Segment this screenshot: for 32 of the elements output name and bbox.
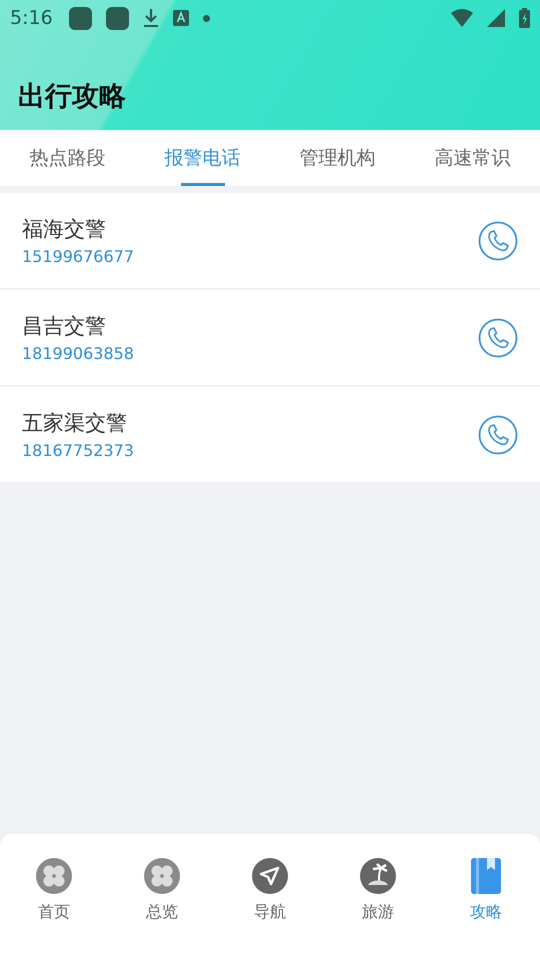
palm-island-icon	[360, 858, 396, 894]
phone-call-icon[interactable]	[478, 318, 518, 358]
category-tab[interactable]: 热点路段	[0, 130, 135, 186]
nav-tab[interactable]: 总览	[108, 858, 216, 930]
battery-icon	[519, 8, 530, 28]
phone-call-icon[interactable]	[478, 414, 518, 454]
page-title: 出行攻略	[18, 80, 127, 114]
contact-name: 福海交警	[22, 216, 107, 243]
status-time: 5:16	[10, 7, 53, 29]
dot-icon	[202, 14, 210, 22]
download-icon	[142, 8, 159, 28]
category-tab[interactable]: 管理机构	[270, 130, 405, 186]
nav-tab[interactable]: 攻略	[432, 858, 540, 930]
nav-tab[interactable]: 首页	[0, 858, 108, 930]
clover-icon	[36, 858, 72, 894]
nav-tab[interactable]: 旅游	[324, 858, 432, 930]
clover-icon	[144, 858, 180, 894]
notification-icon	[106, 6, 129, 30]
book-icon	[471, 858, 501, 894]
contact-name: 五家渠交警	[22, 410, 128, 437]
contact-name: 昌吉交警	[22, 313, 107, 340]
phone-number: 18167752373	[22, 441, 134, 460]
notification-icon	[68, 6, 92, 30]
category-tab[interactable]: 高速常识	[405, 130, 540, 186]
signal-icon	[487, 9, 505, 27]
phone-number: 15199676677	[22, 247, 134, 266]
wifi-icon	[451, 9, 473, 27]
phone-number: 18199063858	[22, 344, 134, 363]
keyboard-icon	[172, 10, 189, 26]
phone-call-icon[interactable]	[478, 220, 518, 260]
category-tab[interactable]: 报警电话	[135, 130, 270, 186]
nav-tab[interactable]: 导航	[216, 858, 324, 930]
